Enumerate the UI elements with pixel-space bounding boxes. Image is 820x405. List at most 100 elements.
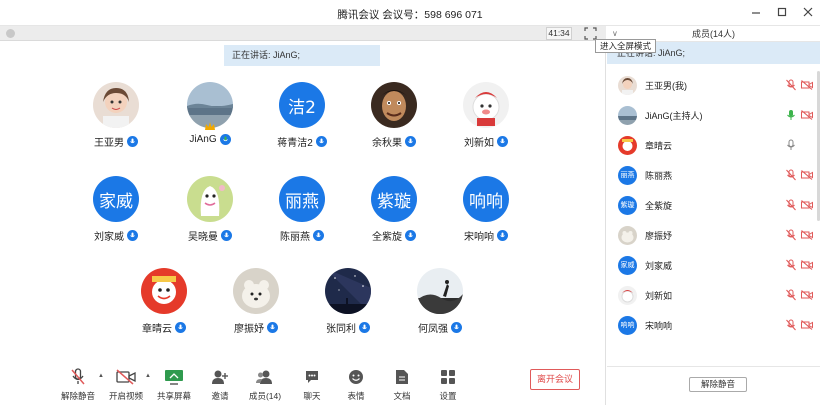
avatar	[463, 82, 509, 128]
window-title: 腾讯会议 会议号：598 696 071	[337, 9, 483, 21]
participant-tile[interactable]: 刘新如	[446, 82, 526, 149]
unmute-all-button[interactable]: 解除静音	[689, 377, 747, 392]
video-off-icon[interactable]	[801, 230, 813, 240]
mic-icon	[359, 322, 370, 333]
participant-name: 全紫旋	[372, 232, 402, 243]
title-bar: 腾讯会议 会议号：598 696 071	[0, 0, 820, 26]
avatar: 紫璇	[371, 176, 417, 222]
docs-label: 文档	[393, 391, 411, 401]
sea-photo-icon	[618, 105, 637, 125]
settings-grid-icon	[426, 368, 470, 386]
settings-label: 设置	[439, 391, 457, 401]
maximize-icon[interactable]	[776, 5, 788, 19]
member-row[interactable]: 家威 刘家威	[607, 250, 820, 280]
mic-muted-icon[interactable]	[785, 79, 797, 91]
meeting-stage: 41:34 进入全屏模式 正在讲话: JiAnG; 王亚男 JiAnG 洁2 蒋…	[0, 26, 657, 405]
red-cartoon-icon	[618, 135, 637, 155]
mic-icon	[451, 322, 462, 333]
member-row[interactable]: 刘新如	[607, 280, 820, 310]
mic-active-icon[interactable]	[785, 109, 797, 121]
video-off-icon[interactable]	[801, 290, 813, 300]
video-off-icon[interactable]	[801, 200, 813, 210]
avatar	[187, 176, 233, 222]
red-cartoon-icon	[141, 268, 187, 314]
participant-tile[interactable]: 紫璇 全紫旋	[354, 176, 434, 243]
share-screen-button[interactable]: 共享屏幕	[152, 368, 196, 402]
members-count: 成员(14人)	[691, 29, 735, 39]
member-row[interactable]: JiAnG(主持人)	[607, 100, 820, 130]
participant-tile[interactable]: 丽燕 陈丽燕	[262, 176, 342, 243]
video-off-icon[interactable]	[801, 80, 813, 90]
member-row[interactable]: 廖振妤	[607, 220, 820, 250]
participant-tile[interactable]: 章晴云	[124, 268, 204, 335]
chat-button[interactable]: 聊天	[290, 368, 334, 402]
mic-icon	[127, 230, 138, 241]
leave-meeting-button[interactable]: 离开会议	[530, 369, 580, 390]
mic-icon	[315, 136, 327, 147]
video-off-icon[interactable]	[801, 260, 813, 270]
unmute-button[interactable]: 解除静音	[56, 368, 100, 402]
members-button[interactable]: 成员(14)	[243, 368, 287, 402]
share-screen-icon	[152, 368, 196, 386]
girl-photo-icon	[93, 82, 139, 128]
invite-button[interactable]: 邀请	[198, 368, 242, 402]
participant-name: 吴晓曼	[188, 232, 218, 243]
participant-name: 张同利	[326, 324, 356, 335]
participant-tile[interactable]: 洁2 蒋青洁2	[262, 82, 342, 149]
mic-muted-icon[interactable]	[785, 229, 797, 241]
video-options-caret-icon[interactable]: ▲	[145, 373, 151, 379]
participant-name: 章晴云	[142, 324, 172, 335]
mic-muted-icon[interactable]	[785, 319, 797, 331]
mic-muted-icon[interactable]	[785, 199, 797, 211]
participant-tile[interactable]: 王亚男	[76, 82, 156, 149]
speaking-indicator: 正在讲话: JiAnG;	[224, 45, 380, 66]
participant-name: 陈丽燕	[280, 232, 310, 243]
participant-tile[interactable]: 张同利	[308, 268, 388, 335]
minimize-icon[interactable]	[750, 5, 762, 19]
participant-name: 刘家威	[94, 232, 124, 243]
avatar-initials: 响响	[463, 176, 509, 222]
mic-icon	[127, 136, 138, 147]
participant-tile[interactable]: 响响 宋响响	[446, 176, 526, 243]
members-panel-footer: 解除静音	[607, 366, 820, 405]
lion-cartoon-icon	[618, 285, 637, 305]
close-icon[interactable]	[802, 5, 814, 19]
member-row[interactable]: 丽燕 陈丽燕	[607, 160, 820, 190]
member-row[interactable]: 紫璇 全紫旋	[607, 190, 820, 220]
member-row[interactable]: 章晴云	[607, 130, 820, 160]
mic-muted-icon[interactable]	[785, 289, 797, 301]
meeting-toolbar: 解除静音 ▲ 开启视频 ▲ 共享屏幕 邀请 成员(14) 聊天 表情 文档 设置	[0, 362, 606, 405]
participant-tile[interactable]: 家威 刘家威	[76, 176, 156, 243]
mic-icon	[497, 230, 508, 241]
participant-tile[interactable]: 廖振妤	[216, 268, 296, 335]
settings-button[interactable]: 设置	[426, 368, 470, 402]
video-off-icon[interactable]	[801, 320, 813, 330]
video-off-icon[interactable]	[801, 110, 813, 120]
avatar	[141, 268, 187, 314]
emoji-button[interactable]: 表情	[334, 368, 378, 402]
avatar	[371, 82, 417, 128]
participant-tile[interactable]: 余秋果	[354, 82, 434, 149]
docs-button[interactable]: 文档	[380, 368, 424, 402]
video-off-icon	[104, 368, 148, 386]
avatar: 洁2	[279, 82, 325, 128]
mic-muted-icon[interactable]	[785, 259, 797, 271]
meeting-timer: 41:34	[546, 27, 572, 40]
bear-photo-icon	[618, 225, 637, 245]
chat-label: 聊天	[303, 391, 321, 401]
member-row[interactable]: 响响 宋响响	[607, 310, 820, 340]
participant-tile[interactable]: 吴晓曼	[170, 176, 250, 243]
network-status-icon[interactable]	[6, 29, 15, 38]
avatar	[233, 268, 279, 314]
mic-icon[interactable]	[785, 139, 797, 151]
mic-icon	[405, 230, 416, 241]
participant-name: 王亚男	[94, 138, 124, 149]
video-off-icon[interactable]	[801, 170, 813, 180]
participant-tile[interactable]: 何凤强	[400, 268, 480, 335]
chat-icon	[290, 368, 334, 386]
participant-tile[interactable]: JiAnG	[170, 82, 250, 145]
member-row[interactable]: 王亚男(我)	[607, 70, 820, 100]
mic-muted-icon[interactable]	[785, 169, 797, 181]
sunset-photo-icon	[417, 268, 463, 314]
start-video-button[interactable]: 开启视频	[104, 368, 148, 402]
